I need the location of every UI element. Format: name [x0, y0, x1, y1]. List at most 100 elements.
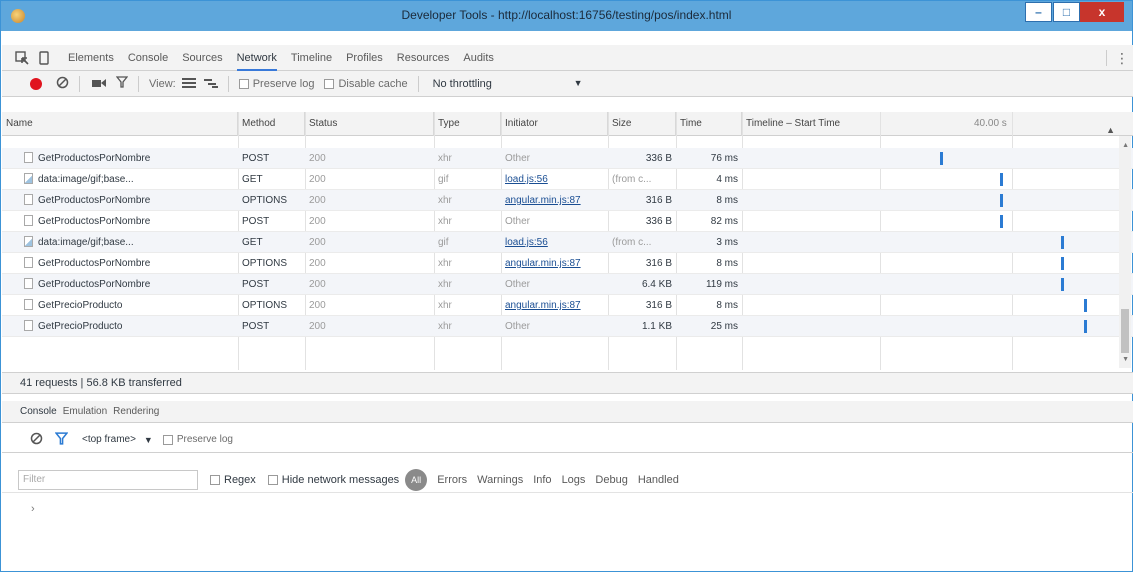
tab-timeline[interactable]: Timeline — [291, 45, 332, 71]
chevron-down-icon[interactable]: ▼ — [144, 435, 153, 445]
network-summary: 41 requests | 56.8 KB transferred — [2, 372, 1133, 394]
filter-icon[interactable] — [115, 76, 129, 91]
filter-all-button[interactable]: All — [405, 468, 428, 491]
throttling-value: No throttling — [432, 77, 492, 90]
cell-status: 200 — [309, 300, 326, 311]
checkbox-box[interactable] — [324, 78, 335, 89]
table-row[interactable]: GetPrecioProducto POST 200 xhr Other 1.1 KB 25… — [2, 316, 1133, 337]
col-time[interactable]: Time — [676, 112, 742, 136]
maximize-button[interactable]: □ — [1053, 2, 1080, 22]
col-type[interactable]: Type — [434, 112, 501, 136]
col-name[interactable]: Name — [2, 112, 238, 136]
waterfall-bar[interactable] — [1061, 257, 1065, 270]
table-row[interactable]: GetProductosPorNombre POST 200 xhr Other 6.4 … — [2, 274, 1133, 295]
title-bar[interactable]: Developer Tools - http://localhost:16756… — [1, 1, 1132, 31]
col-status[interactable]: Status — [305, 112, 434, 136]
table-row[interactable]: GetProductosPorNombre OPTIONS 200 xhr angula… — [2, 253, 1133, 274]
tab-network[interactable]: Network — [236, 45, 277, 71]
device-mode-icon[interactable] — [36, 50, 52, 66]
regex-checkbox[interactable]: Regex — [210, 474, 256, 486]
scroll-up-icon[interactable]: ▲ — [1122, 142, 1129, 149]
waterfall-bar[interactable] — [1084, 299, 1087, 312]
col-timeline-label: Timeline – Start Time — [746, 118, 841, 129]
view-label: View: — [149, 77, 176, 90]
cell-initiator[interactable]: angular.min.js:87 — [501, 253, 608, 274]
clear-icon[interactable] — [56, 76, 69, 92]
scrollbar-thumb[interactable] — [1121, 309, 1129, 353]
disable-cache-checkbox[interactable]: Disable cache — [324, 78, 408, 90]
table-row[interactable]: GetProductosPorNombre OPTIONS 200 xhr angula… — [2, 190, 1133, 211]
checkbox-box[interactable] — [238, 78, 249, 89]
waterfall-bar[interactable] — [1061, 236, 1065, 249]
cell-initiator[interactable]: load.js:56 — [501, 232, 608, 253]
tab-elements[interactable]: Elements — [68, 45, 114, 71]
minimize-button[interactable]: – — [1025, 2, 1052, 22]
waterfall-bar[interactable] — [1000, 194, 1004, 207]
more-options-icon[interactable]: ⋮ — [1115, 50, 1129, 66]
cell-size: 316 B — [645, 258, 672, 269]
preserve-log-checkbox[interactable]: Preserve log — [238, 78, 314, 90]
hide-network-checkbox[interactable]: Hide network messages — [267, 474, 399, 486]
filter-logs[interactable]: Logs — [562, 474, 586, 486]
waterfall-bar[interactable] — [1084, 320, 1087, 333]
console-prompt[interactable]: › — [31, 503, 35, 515]
filter-errors[interactable]: Errors — [437, 474, 467, 486]
tab-console[interactable]: Console — [128, 45, 168, 71]
col-initiator[interactable]: Initiator — [501, 112, 608, 136]
cell-status: 200 — [309, 195, 326, 206]
inspect-element-icon[interactable] — [14, 50, 30, 66]
request-name: GetProductosPorNombre — [38, 279, 151, 290]
console-toolbar: <top frame> ▼ Preserve log — [2, 427, 1133, 453]
tab-resources[interactable]: Resources — [397, 45, 450, 71]
table-row[interactable]: GetProductosPorNombre POST 200 xhr Other 336 … — [2, 211, 1133, 232]
waterfall-bar[interactable] — [1061, 278, 1065, 291]
table-row[interactable]: GetProductosPorNombre POST 200 xhr Other 336 … — [2, 148, 1133, 169]
checkbox-box[interactable] — [267, 474, 278, 485]
filter-debug[interactable]: Debug — [595, 474, 627, 486]
frame-selector[interactable]: <top frame> — [82, 434, 136, 445]
scroll-down-icon[interactable]: ▼ — [1122, 356, 1129, 363]
cell-type: gif — [438, 237, 449, 248]
table-row[interactable]: data:image/gif;base... GET 200 gif load.js:5… — [2, 232, 1133, 253]
cell-time: 82 ms — [710, 216, 738, 227]
large-rows-icon[interactable] — [181, 76, 196, 91]
col-timeline[interactable]: Timeline – Start Time 40.00 s ▲ — [742, 112, 1133, 136]
document-icon — [24, 278, 33, 289]
cell-initiator[interactable]: angular.min.js:87 — [501, 295, 608, 316]
cell-initiator[interactable]: load.js:56 — [501, 169, 608, 190]
tab-audits[interactable]: Audits — [463, 45, 494, 71]
drawer-tab-emulation[interactable]: Emulation — [63, 406, 107, 417]
waterfall-bar[interactable] — [1000, 173, 1004, 186]
tab-profiles[interactable]: Profiles — [346, 45, 383, 71]
clear-console-icon[interactable] — [30, 432, 43, 448]
filter-info[interactable]: Info — [533, 474, 551, 486]
throttling-select[interactable]: No throttling ▼ — [433, 78, 583, 90]
filter-warnings[interactable]: Warnings — [477, 474, 523, 486]
filter-icon[interactable] — [54, 431, 69, 448]
checkbox-box[interactable] — [210, 474, 220, 485]
col-method[interactable]: Method — [238, 112, 305, 136]
checkbox-box[interactable] — [162, 434, 173, 445]
col-size[interactable]: Size — [608, 112, 676, 136]
console-filter-input[interactable]: Filter — [18, 469, 198, 490]
document-icon — [24, 194, 33, 205]
cell-size: 336 B — [645, 153, 672, 164]
capture-screenshots-icon[interactable] — [92, 76, 106, 91]
table-row[interactable]: GetPrecioProducto OPTIONS 200 xhr angular.mi… — [2, 295, 1133, 316]
table-row[interactable]: data:image/gif;base... GET 200 gif load.js:5… — [2, 169, 1133, 190]
cell-name: GetPrecioProducto — [2, 295, 238, 316]
cell-size: 6.4 KB — [641, 279, 672, 290]
record-button[interactable] — [30, 77, 42, 90]
waterfall-bar[interactable] — [939, 152, 943, 165]
drawer-tab-rendering[interactable]: Rendering — [113, 406, 159, 417]
waterfall-bar[interactable] — [1000, 215, 1004, 228]
tab-sources[interactable]: Sources — [182, 45, 222, 71]
overview-icon[interactable] — [203, 76, 218, 91]
close-button[interactable]: x — [1080, 2, 1124, 22]
cell-time: 8 ms — [716, 195, 738, 206]
filter-handled[interactable]: Handled — [638, 474, 679, 486]
cell-method: OPTIONS — [242, 300, 288, 311]
console-preserve-log-checkbox[interactable]: Preserve log — [162, 434, 233, 445]
cell-initiator[interactable]: angular.min.js:87 — [501, 190, 608, 211]
drawer-tab-console[interactable]: Console — [20, 406, 57, 417]
